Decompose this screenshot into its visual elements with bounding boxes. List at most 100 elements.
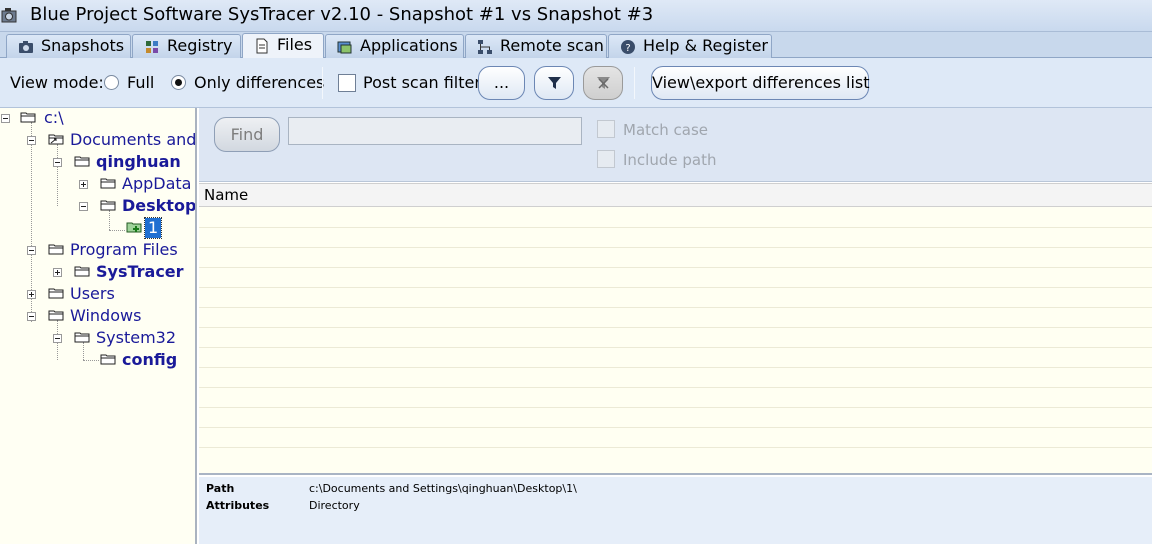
tree-item-desktop[interactable]: Desktop [122, 196, 195, 216]
svg-text:?: ? [625, 43, 630, 54]
tab-remote-scan[interactable]: Remote scan [465, 34, 607, 58]
only-differences-radio[interactable] [171, 75, 186, 90]
folder-icon [48, 288, 64, 299]
tree-line [83, 342, 84, 360]
folder-icon [74, 332, 90, 343]
folder-tree[interactable]: c:\ Documents and S qinghuan AppData Des… [0, 108, 197, 544]
full-radio[interactable] [104, 75, 119, 90]
list-row-line [199, 327, 1152, 328]
path-label: Path [206, 482, 235, 495]
tree-line [109, 230, 125, 231]
folder-icon [100, 200, 116, 211]
title-bar: Blue Project Software SysTracer v2.10 - … [0, 0, 1152, 32]
folder-icon [100, 354, 116, 365]
include-path-checkbox[interactable] [597, 150, 615, 168]
list-row-line [199, 347, 1152, 348]
find-button-label: Find [230, 125, 264, 144]
tree-line [83, 360, 99, 361]
tree-item-config[interactable]: config [122, 350, 177, 370]
folder-icon [20, 112, 36, 123]
tab-files[interactable]: Files [242, 33, 324, 59]
tab-strip: Snapshots Registry Files Applications Re… [0, 32, 1152, 59]
tab-snapshots[interactable]: Snapshots [6, 34, 131, 58]
post-scan-filter-label[interactable]: Post scan filter [363, 73, 481, 92]
toolbar: View mode: Full Only differences Post sc… [0, 58, 1152, 108]
tab-applications[interactable]: Applications [325, 34, 464, 58]
tree-item-users[interactable]: Users [70, 284, 115, 304]
export-differences-label: View\export differences list [652, 73, 870, 92]
differences-list[interactable]: Name [199, 183, 1152, 475]
tab-label: Remote scan [500, 36, 604, 55]
toolbar-separator [634, 67, 635, 99]
tree-item-documents-and-settings[interactable]: Documents and S [70, 130, 195, 150]
folder-icon [100, 178, 116, 189]
tree-line [57, 144, 58, 206]
find-button[interactable]: Find [214, 117, 280, 152]
toolbar-separator [322, 67, 323, 99]
tab-label: Registry [167, 36, 233, 55]
expand-toggle[interactable] [79, 180, 88, 189]
find-input[interactable] [288, 117, 582, 145]
tree-item-windows[interactable]: Windows [70, 306, 141, 326]
network-icon [478, 40, 492, 54]
folder-icon [48, 244, 64, 255]
full-label[interactable]: Full [127, 73, 154, 92]
list-row-line [199, 387, 1152, 388]
collapse-toggle[interactable] [53, 334, 62, 343]
match-case-label: Match case [623, 121, 709, 139]
funnel-icon [548, 77, 561, 89]
app-icon [1, 8, 17, 23]
expand-toggle[interactable] [53, 268, 62, 277]
file-icon [256, 38, 268, 54]
tree-item-1[interactable]: 1 [143, 217, 163, 239]
applications-icon [337, 41, 352, 54]
collapse-toggle[interactable] [53, 158, 62, 167]
tree-item-systracer[interactable]: SysTracer [96, 262, 184, 282]
column-header-name[interactable]: Name [199, 183, 1152, 207]
list-row-line [199, 307, 1152, 308]
only-differences-label[interactable]: Only differences [194, 73, 324, 92]
details-panel: Path c:\Documents and Settings\qinghuan\… [199, 477, 1152, 544]
collapse-toggle[interactable] [1, 114, 10, 123]
export-differences-button[interactable]: View\export differences list [651, 66, 870, 100]
more-options-button[interactable]: ... [478, 66, 525, 100]
more-options-label: ... [493, 73, 510, 92]
tree-item-program-files[interactable]: Program Files [70, 240, 178, 260]
list-row-line [199, 447, 1152, 448]
list-row-line [199, 407, 1152, 408]
help-icon: ? [621, 40, 635, 54]
filter-button[interactable] [534, 66, 574, 100]
tree-item-root[interactable]: c:\ [44, 108, 64, 128]
tab-help-register[interactable]: ? Help & Register [608, 34, 772, 58]
attributes-label: Attributes [206, 499, 270, 512]
post-scan-filter-checkbox[interactable] [338, 74, 356, 92]
folder-icon [48, 310, 64, 321]
tab-label: Files [277, 35, 313, 54]
tab-label: Applications [360, 36, 458, 55]
collapse-toggle[interactable] [27, 136, 36, 145]
view-mode-label: View mode: [10, 73, 104, 92]
collapse-toggle[interactable] [27, 246, 36, 255]
clear-filter-button[interactable] [583, 66, 623, 100]
tree-item-system32[interactable]: System32 [96, 328, 176, 348]
tab-registry[interactable]: Registry [132, 34, 241, 58]
list-row-line [199, 367, 1152, 368]
tree-item-appdata[interactable]: AppData [122, 174, 191, 194]
include-path-label: Include path [623, 151, 717, 169]
expand-toggle[interactable] [27, 290, 36, 299]
collapse-toggle[interactable] [27, 312, 36, 321]
registry-icon [146, 41, 158, 53]
path-value: c:\Documents and Settings\qinghuan\Deskt… [309, 482, 577, 495]
match-case-checkbox[interactable] [597, 120, 615, 138]
collapse-toggle[interactable] [79, 202, 88, 211]
window-title: Blue Project Software SysTracer v2.10 - … [30, 4, 654, 25]
camera-icon [19, 41, 33, 53]
list-row-line [199, 247, 1152, 248]
tree-line [109, 210, 110, 230]
folder-icon [74, 266, 90, 277]
find-bar: Find Match case Include path [199, 108, 1152, 182]
folder-icon [74, 156, 90, 167]
folder-added-icon [126, 222, 142, 233]
tab-label: Help & Register [643, 36, 768, 55]
tree-item-qinghuan[interactable]: qinghuan [96, 152, 181, 172]
